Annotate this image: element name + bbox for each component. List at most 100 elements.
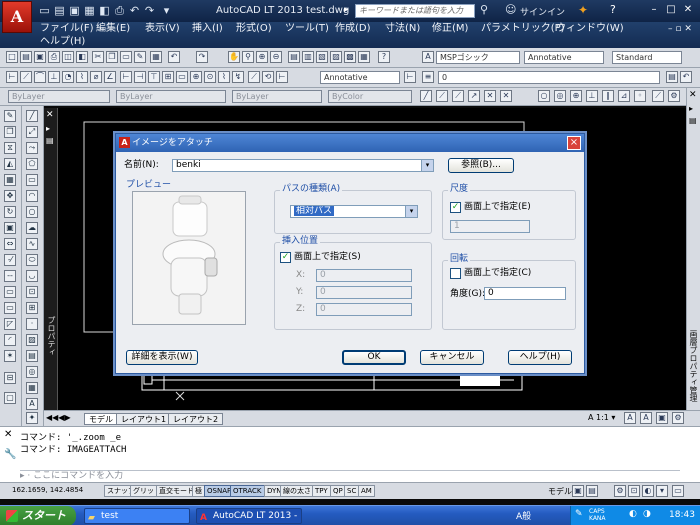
search-input[interactable]: キーワードまたは語句を入力: [355, 4, 475, 18]
polyline-icon[interactable]: ⟋: [452, 90, 464, 102]
menu-help[interactable]: ヘルプ(H): [40, 36, 85, 48]
tolerance-icon[interactable]: ▭: [176, 71, 188, 83]
hatch-icon[interactable]: ▨: [26, 334, 38, 346]
inquiry-icon[interactable]: ⊟: [4, 372, 16, 384]
publish-icon[interactable]: ◧: [76, 51, 88, 63]
polygon-icon[interactable]: ⬠: [26, 158, 38, 170]
angular-icon[interactable]: ∠: [104, 71, 116, 83]
doc-window-controls[interactable]: – ▫ ✕: [668, 23, 692, 35]
make-block-icon[interactable]: ⊞: [26, 302, 38, 314]
start-button[interactable]: スタート: [0, 506, 76, 525]
save-icon[interactable]: ▣: [68, 4, 81, 17]
color-combo[interactable]: ByLayer: [8, 90, 110, 103]
jogged-icon[interactable]: ⌇: [76, 71, 88, 83]
redo-icon[interactable]: ↷: [196, 51, 208, 63]
scale-icon[interactable]: ▣: [4, 222, 16, 234]
tab-layout1[interactable]: レイアウト1: [116, 413, 172, 425]
parallel-icon[interactable]: ∥: [602, 90, 614, 102]
chevron-down-icon[interactable]: ▾: [421, 160, 433, 171]
circle-icon[interactable]: ○: [538, 90, 550, 102]
properties-icon[interactable]: ▤: [288, 51, 300, 63]
dim-edit-icon[interactable]: ↯: [232, 71, 244, 83]
insert-block-icon[interactable]: ⊡: [26, 286, 38, 298]
path-type-select[interactable]: 相対パス ▾: [290, 205, 418, 218]
auto-scale-icon[interactable]: A: [640, 412, 652, 424]
rotate-icon[interactable]: ↻: [4, 206, 16, 218]
preview-icon[interactable]: ◫: [62, 51, 74, 63]
move-icon[interactable]: ✥: [4, 190, 16, 202]
menu-window[interactable]: ウィンドウ(W): [556, 23, 624, 35]
stretch-icon[interactable]: ⇔: [4, 238, 16, 250]
insert-onscreen-label[interactable]: 画面上で指定(S): [294, 252, 361, 263]
xline-icon[interactable]: ⟋: [436, 90, 448, 102]
radius-icon[interactable]: ◔: [62, 71, 74, 83]
offset-icon[interactable]: ◭: [4, 158, 16, 170]
palette-close-icon[interactable]: ✕: [689, 90, 697, 100]
command-input[interactable]: ▸ · ここにコマンドを入力: [20, 470, 680, 482]
taskbar-item-autocad[interactable]: A AutoCAD LT 2013 - ...: [196, 508, 302, 524]
osnap-settings-icon[interactable]: ⚙: [668, 90, 680, 102]
y-field[interactable]: 0: [316, 286, 412, 299]
menu-tools[interactable]: ツール(T): [285, 23, 329, 35]
help-toolbar-icon[interactable]: ?: [378, 51, 390, 63]
layer-manager-icon[interactable]: ≡: [422, 71, 434, 83]
quick-view-layouts-icon[interactable]: ▣: [572, 485, 584, 497]
network-icon[interactable]: ◐: [629, 509, 637, 519]
undo-icon[interactable]: ↶: [128, 4, 141, 17]
cancel-button[interactable]: キャンセル: [420, 350, 484, 365]
match-properties-icon[interactable]: ✎: [134, 51, 146, 63]
diameter-icon[interactable]: ⌀: [90, 71, 102, 83]
minimize-icon[interactable]: –: [646, 3, 662, 17]
tab-model[interactable]: モデル: [84, 413, 118, 425]
insert-onscreen-checkbox[interactable]: ✓: [280, 252, 291, 263]
copy-obj-icon[interactable]: ❐: [4, 126, 16, 138]
volume-icon[interactable]: ◑: [643, 509, 651, 519]
plot-icon[interactable]: ⎙: [48, 51, 60, 63]
markup-icon[interactable]: ▩: [344, 51, 356, 63]
quick-view-drawings-icon[interactable]: ▤: [586, 485, 598, 497]
osnap-icon[interactable]: ◎: [554, 90, 566, 102]
calculator-icon[interactable]: ▦: [358, 51, 370, 63]
rectangle-icon[interactable]: ▭: [26, 174, 38, 186]
menu-format[interactable]: 形式(O): [236, 23, 272, 35]
statusbar-menu-icon[interactable]: ▾: [656, 485, 668, 497]
design-center-icon[interactable]: ▥: [302, 51, 314, 63]
rotation-onscreen-label[interactable]: 画面上で指定(C): [464, 268, 531, 279]
paste-icon[interactable]: ▭: [120, 51, 132, 63]
properties-palette-strip[interactable]: ✕ ▸ ▤: [44, 108, 58, 410]
perpendicular-icon[interactable]: ⊥: [586, 90, 598, 102]
gradient-icon[interactable]: ▤: [26, 350, 38, 362]
ime-indicator[interactable]: A般: [516, 509, 531, 522]
ray-icon[interactable]: ↗: [468, 90, 480, 102]
x-field[interactable]: 0: [316, 269, 412, 282]
mtext-icon[interactable]: A: [26, 398, 38, 410]
dim-style-icon[interactable]: ⊢: [276, 71, 288, 83]
close-icon[interactable]: ×: [567, 136, 581, 150]
save-as-icon[interactable]: ▦: [83, 4, 96, 17]
plot-icon[interactable]: ⎙: [113, 4, 126, 17]
polyline-draw-icon[interactable]: ⤳: [26, 142, 38, 154]
am-toggle[interactable]: AM: [358, 485, 375, 497]
mirror-icon[interactable]: ⧖: [4, 142, 16, 154]
tray-icon[interactable]: ✎: [575, 509, 583, 519]
model-space-button[interactable]: モデル: [548, 486, 572, 497]
workspace-switch-icon[interactable]: ⚙: [672, 412, 684, 424]
palette-close-icon[interactable]: ✕: [46, 110, 54, 120]
close-icon[interactable]: ✕: [4, 429, 12, 440]
palette-menu-icon[interactable]: ▤: [46, 136, 54, 145]
menu-edit[interactable]: 編集(E): [96, 23, 130, 35]
arc-length-icon[interactable]: ⌒: [34, 71, 46, 83]
tool-palettes-icon[interactable]: ▧: [316, 51, 328, 63]
angle-field[interactable]: 0: [484, 287, 566, 300]
scale-onscreen-label[interactable]: 画面上で指定(E): [464, 202, 531, 213]
array-icon[interactable]: ▦: [4, 174, 16, 186]
tpy-toggle[interactable]: TPY: [312, 485, 331, 497]
chevron-down-icon[interactable]: ▾: [405, 206, 417, 217]
signin-link[interactable]: サインイン: [520, 5, 565, 18]
ordinate-icon[interactable]: ⊥: [48, 71, 60, 83]
palette-autohide-icon[interactable]: ▸: [689, 104, 693, 113]
menu-view[interactable]: 表示(V): [145, 23, 180, 35]
table-icon[interactable]: ▦: [26, 382, 38, 394]
point-icon[interactable]: ·: [26, 318, 38, 330]
ellipse-arc-icon[interactable]: ◡: [26, 270, 38, 282]
